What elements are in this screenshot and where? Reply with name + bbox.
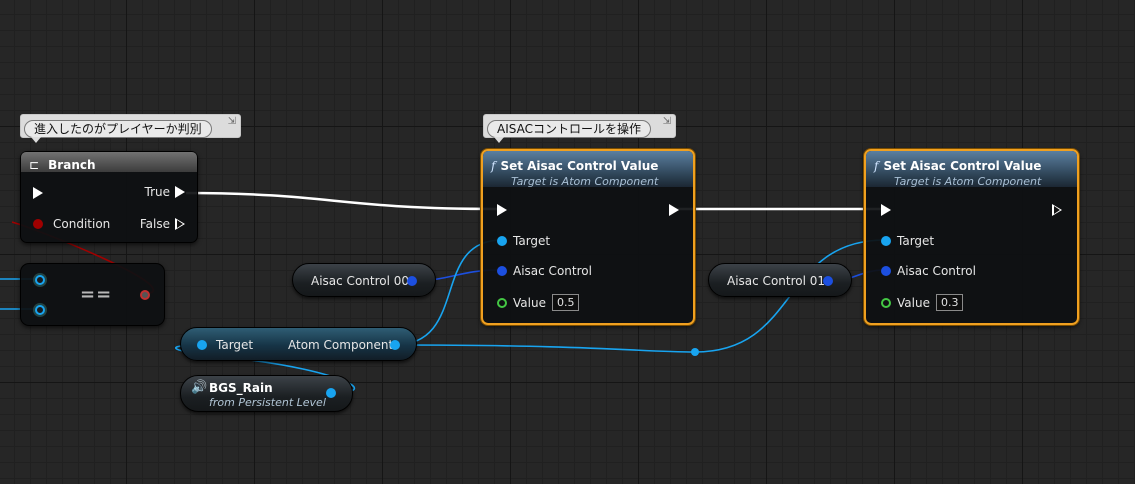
set1-target-label: Target bbox=[513, 234, 551, 248]
set2-exec-in-pin[interactable] bbox=[881, 204, 891, 216]
bgs-rain-subtitle: from Persistent Level bbox=[209, 396, 326, 409]
branch-false-label: False bbox=[139, 217, 170, 231]
comment-bubble-aisac[interactable]: AISACコントロールを操作 ⇲ bbox=[483, 114, 676, 143]
set2-value-pin[interactable] bbox=[881, 297, 891, 308]
set1-aisac-control-pin[interactable] bbox=[497, 266, 507, 276]
exec-in-pin[interactable] bbox=[33, 187, 43, 199]
set2-target-pin[interactable] bbox=[881, 236, 891, 246]
set2-target-label: Target bbox=[897, 234, 935, 248]
atom-component-getter-node[interactable]: Target Atom Component bbox=[180, 327, 417, 361]
set1-value-pin[interactable] bbox=[497, 297, 507, 308]
set-aisac-control-value-node-2[interactable]: f Set Aisac Control Value Target is Atom … bbox=[864, 149, 1079, 325]
equal-symbol: == bbox=[80, 284, 113, 305]
comment-pin-icon[interactable]: ⇲ bbox=[663, 117, 671, 127]
aisac-control-00-node[interactable]: Aisac Control 00 bbox=[292, 263, 436, 297]
exec-wire-true-to-set1 bbox=[185, 191, 498, 211]
set2-value-label: Value bbox=[897, 295, 930, 310]
atom-getter-output-label: Atom Component bbox=[288, 338, 394, 352]
set2-exec-out-row bbox=[1052, 204, 1062, 216]
aisac-control-01-node[interactable]: Aisac Control 01 bbox=[708, 263, 852, 297]
set2-aisac-control-label: Aisac Control bbox=[897, 264, 976, 278]
set1-aisac-control-label: Aisac Control bbox=[513, 264, 592, 278]
function-icon: f bbox=[874, 159, 879, 173]
bgs-rain-output-pin[interactable] bbox=[326, 388, 336, 398]
set2-value-input[interactable]: 0.3 bbox=[935, 294, 964, 311]
atom-getter-target-pin[interactable] bbox=[197, 340, 207, 350]
bgs-rain-node[interactable]: 🔊 BGS_Rain from Persistent Level bbox=[180, 375, 353, 412]
condition-pin[interactable] bbox=[33, 219, 43, 229]
set1-target-pin[interactable] bbox=[497, 236, 507, 246]
set1-exec-out-pin[interactable] bbox=[669, 204, 679, 216]
exec-false-pin[interactable] bbox=[175, 218, 185, 230]
equal-input-b-pin[interactable] bbox=[35, 305, 45, 315]
comment-text-aisac: AISACコントロールを操作 bbox=[487, 120, 651, 138]
set1-exec-in-row bbox=[497, 204, 507, 216]
bgs-rain-title: BGS_Rain bbox=[209, 381, 273, 395]
set-aisac-subtitle-1: Target is Atom Component bbox=[511, 175, 659, 188]
wire-reroute-knot bbox=[691, 348, 699, 356]
set1-value-label: Value bbox=[513, 295, 546, 310]
branch-true-label: True bbox=[144, 185, 171, 199]
comment-bubble-branch[interactable]: 進入したのがプレイヤーか判別 ⇲ bbox=[20, 114, 241, 143]
set2-exec-out-pin[interactable] bbox=[1052, 204, 1062, 216]
branch-false-row: False bbox=[140, 217, 185, 231]
branch-title: Branch bbox=[48, 158, 96, 172]
branch-icon: ⊏ bbox=[29, 158, 40, 172]
branch-exec-in-row bbox=[33, 187, 43, 199]
branch-condition-label: Condition bbox=[53, 217, 111, 231]
comment-text-branch: 進入したのがプレイヤーか判別 bbox=[24, 120, 212, 138]
set1-exec-out-row bbox=[669, 204, 679, 216]
set-aisac-subtitle-2: Target is Atom Component bbox=[894, 175, 1042, 188]
set1-value-input[interactable]: 0.5 bbox=[551, 294, 580, 311]
aisac-control-00-output-pin[interactable] bbox=[407, 276, 417, 286]
set1-aisac-control-row: Aisac Control bbox=[497, 264, 592, 278]
equal-output-pin[interactable] bbox=[140, 290, 150, 300]
set-aisac-title-2: Set Aisac Control Value bbox=[883, 159, 1042, 173]
set1-exec-in-pin[interactable] bbox=[497, 204, 507, 216]
speaker-icon: 🔊 bbox=[191, 380, 208, 395]
exec-true-pin[interactable] bbox=[175, 186, 185, 198]
set2-value-row: Value 0.3 bbox=[881, 294, 964, 311]
set2-aisac-control-row: Aisac Control bbox=[881, 264, 976, 278]
set-aisac-control-value-node-1[interactable]: f Set Aisac Control Value Target is Atom … bbox=[481, 149, 695, 325]
comment-pin-icon[interactable]: ⇲ bbox=[228, 117, 236, 127]
atom-getter-output-pin[interactable] bbox=[390, 340, 400, 350]
equal-input-a-pin[interactable] bbox=[35, 275, 45, 285]
set-aisac-header-1[interactable]: f Set Aisac Control Value Target is Atom … bbox=[483, 151, 693, 188]
set1-target-row: Target bbox=[497, 234, 550, 248]
equal-node[interactable]: == bbox=[20, 263, 165, 326]
branch-true-row: True bbox=[144, 185, 185, 199]
branch-node[interactable]: ⊏ Branch True Condition False bbox=[20, 151, 198, 243]
set2-exec-in-row bbox=[881, 204, 891, 216]
branch-header[interactable]: ⊏ Branch bbox=[21, 152, 197, 172]
branch-condition-row: Condition bbox=[33, 217, 110, 231]
set2-aisac-control-pin[interactable] bbox=[881, 266, 891, 276]
aisac-control-01-output-pin[interactable] bbox=[823, 276, 833, 286]
set1-value-row: Value 0.5 bbox=[497, 294, 580, 311]
set-aisac-header-2[interactable]: f Set Aisac Control Value Target is Atom … bbox=[866, 151, 1077, 188]
set2-target-row: Target bbox=[881, 234, 934, 248]
aisac-control-01-label: Aisac Control 01 bbox=[727, 274, 826, 288]
atom-getter-target-label: Target bbox=[216, 338, 254, 352]
set-aisac-title-1: Set Aisac Control Value bbox=[500, 159, 659, 173]
function-icon: f bbox=[491, 159, 496, 173]
aisac-control-00-label: Aisac Control 00 bbox=[311, 274, 410, 288]
